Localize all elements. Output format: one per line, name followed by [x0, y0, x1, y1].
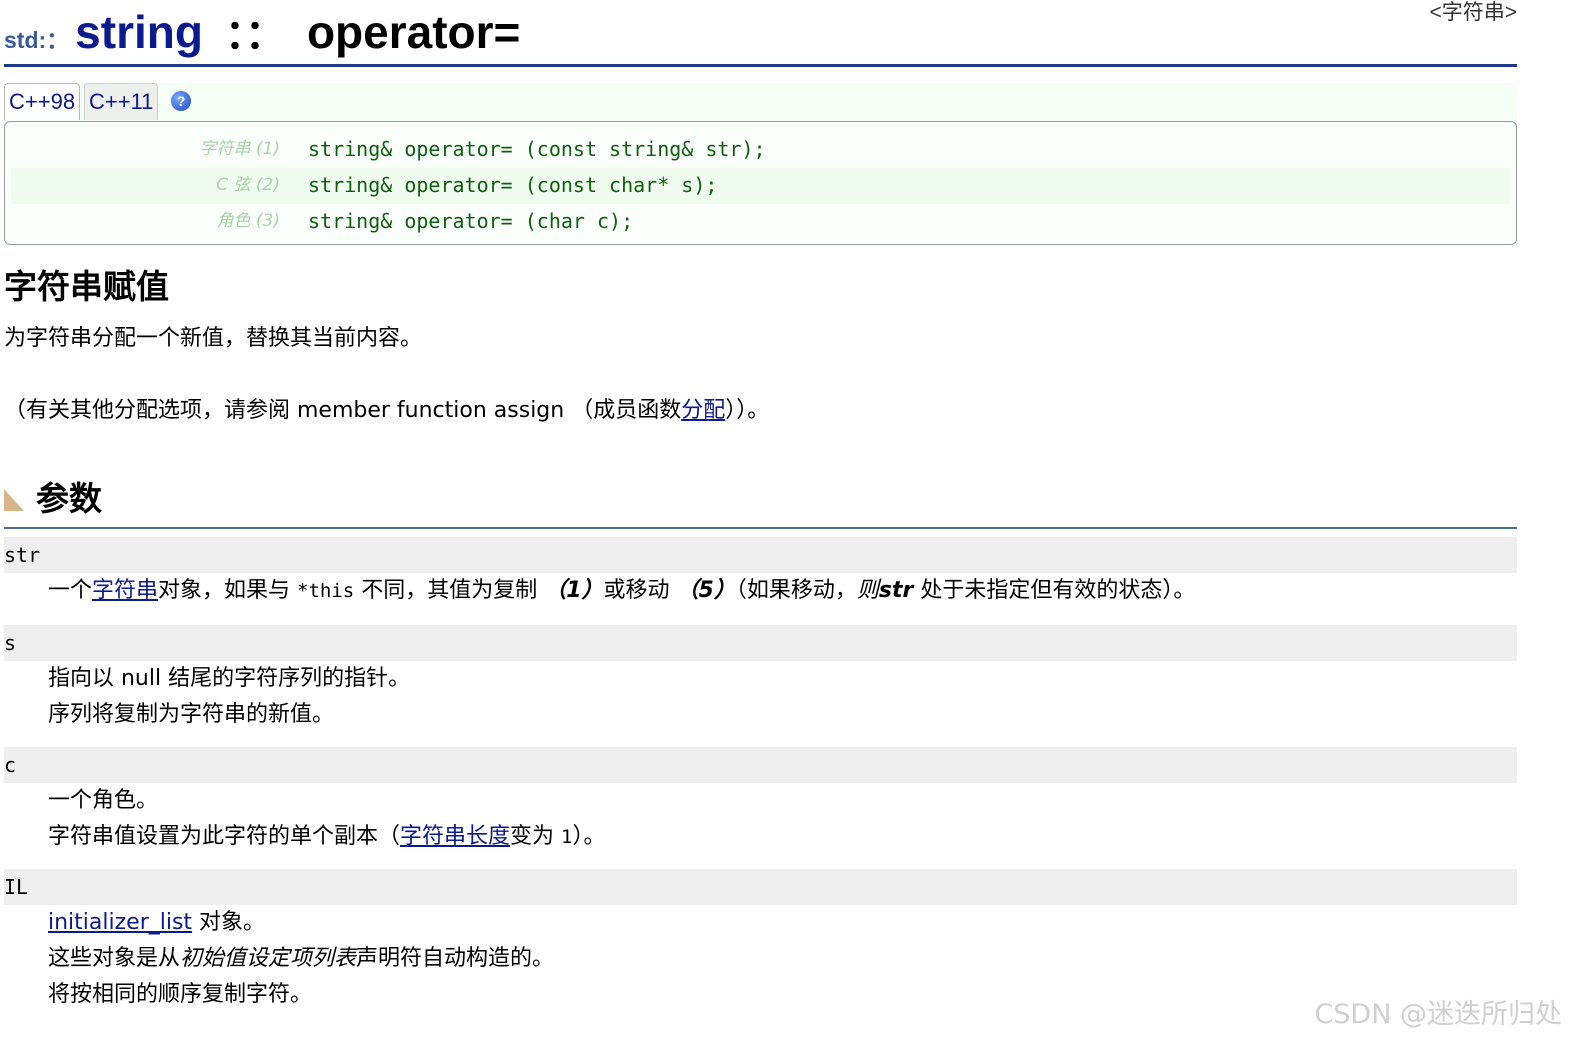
prototype-label: 字符串 (1) — [199, 139, 280, 159]
desc-line: 序列将复制为字符串的新值。 — [48, 702, 335, 727]
text: 对象，如果与 — [158, 578, 298, 603]
description-text: 为字符串分配一个新值，替换其当前内容。 — [4, 326, 423, 351]
desc-line: initializer_list 对象。 — [48, 905, 1517, 941]
string-length-link[interactable]: 字符串长度 — [400, 824, 510, 849]
param-desc-s: 指向以 null 结尾的字符序列的指针。 序列将复制为字符串的新值。 — [4, 661, 1517, 733]
assign-note-text: （有关其他分配选项，请参阅 member function assign （成员… — [4, 398, 682, 423]
str-emphasis: str — [878, 578, 914, 603]
string-link[interactable]: 字符串 — [92, 578, 158, 603]
page-title: std:： string ：： operator= — [4, 2, 520, 60]
namespace-label: std:： — [4, 27, 70, 53]
function-name: operator= — [306, 6, 521, 58]
text: 声明符自动构造的。 — [356, 946, 555, 971]
tab-cpp11[interactable]: C++11 — [84, 83, 159, 120]
desc-line: 这些对象是从初始值设定项列表声明符自动构造的。 — [48, 941, 1517, 977]
header-library-link[interactable]: <字符串> — [1429, 0, 1517, 26]
prototype-code: string& operator= (const string& str); — [308, 137, 766, 161]
text: 字符串值设置为此字符的单个副本（ — [48, 824, 401, 849]
param-name-c: c — [4, 747, 1517, 783]
param-desc-c: 一个角色。 字符串值设置为此字符的单个副本（字符串长度变为 1）。 — [4, 783, 1517, 855]
desc-line: 字符串值设置为此字符的单个副本（字符串长度变为 1）。 — [48, 819, 1517, 855]
help-icon[interactable]: ? — [171, 91, 191, 111]
text: 或移动 — [603, 578, 677, 603]
prototype-code: string& operator= (char c); — [308, 209, 634, 233]
parameters-heading: 参数 — [36, 479, 102, 518]
prototype-label: C 弦 (2) — [216, 175, 280, 195]
text: 这些对象是从 — [48, 946, 181, 971]
param-name-str: str — [4, 537, 1517, 573]
description-heading: 字符串赋值 — [4, 267, 169, 306]
param-desc-il: initializer_list 对象。 这些对象是从初始值设定项列表声明符自动… — [4, 905, 1517, 1013]
desc-line: 将按相同的顺序复制字符。 — [48, 982, 313, 1007]
ref-5: （5） — [676, 578, 736, 603]
assign-note: （有关其他分配选项，请参阅 member function assign （成员… — [4, 393, 1517, 429]
assign-note-end: ））。 — [725, 398, 770, 423]
ruler-icon — [4, 489, 24, 511]
prototype-row: 角色 (3) string& operator= (char c); — [11, 204, 1510, 240]
text: 变为 — [510, 824, 562, 849]
initializer-list-link[interactable]: initializer_list — [48, 910, 192, 935]
prototype-box: 字符串 (1) string& operator= (const string&… — [4, 121, 1517, 245]
ref-1: （1） — [544, 578, 604, 603]
class-name[interactable]: string — [75, 6, 203, 58]
text: 处于未指定但有效的状态）。 — [913, 578, 1196, 603]
assign-link[interactable]: 分配 — [681, 398, 725, 423]
scope-separator: ：： — [224, 13, 285, 57]
text: 对象。 — [192, 910, 266, 935]
code-one: 1 — [561, 826, 573, 848]
prototype-label: 角色 (3) — [216, 211, 280, 231]
text: ）。 — [572, 824, 606, 849]
version-tabs: C++98 C++11 ? — [4, 83, 1517, 121]
text: 不同，其值为复制 — [354, 578, 545, 603]
desc-line: 一个角色。 — [48, 788, 159, 813]
prototype-code: string& operator= (const char* s); — [308, 173, 718, 197]
param-desc-str: 一个字符串对象，如果与 *this 不同，其值为复制 （1）或移动 （5）（如果… — [4, 573, 1517, 609]
text: 一个 — [48, 578, 93, 603]
parameters-header: 参数 — [4, 477, 1517, 529]
reference-page: std:： string ：： operator= <字符串> C++98 C++11… — [4, 0, 1517, 1013]
this-code: *this — [297, 580, 355, 602]
param-name-s: s — [4, 625, 1517, 661]
text: 则 — [856, 578, 879, 603]
watermark: CSDN @迷迭所归处 — [1314, 999, 1562, 1030]
desc-line: 指向以 null 结尾的字符序列的指针。 — [48, 666, 411, 691]
param-name-il: IL — [4, 869, 1517, 905]
prototype-row: C 弦 (2) string& operator= (const char* s… — [11, 168, 1510, 204]
italic-term: 初始值设定项列表 — [180, 946, 357, 971]
text: （如果移动， — [735, 578, 857, 603]
prototype-row: 字符串 (1) string& operator= (const string&… — [11, 132, 1510, 168]
tab-cpp98[interactable]: C++98 — [4, 83, 81, 120]
page-header: std:： string ：： operator= <字符串> — [4, 0, 1517, 67]
